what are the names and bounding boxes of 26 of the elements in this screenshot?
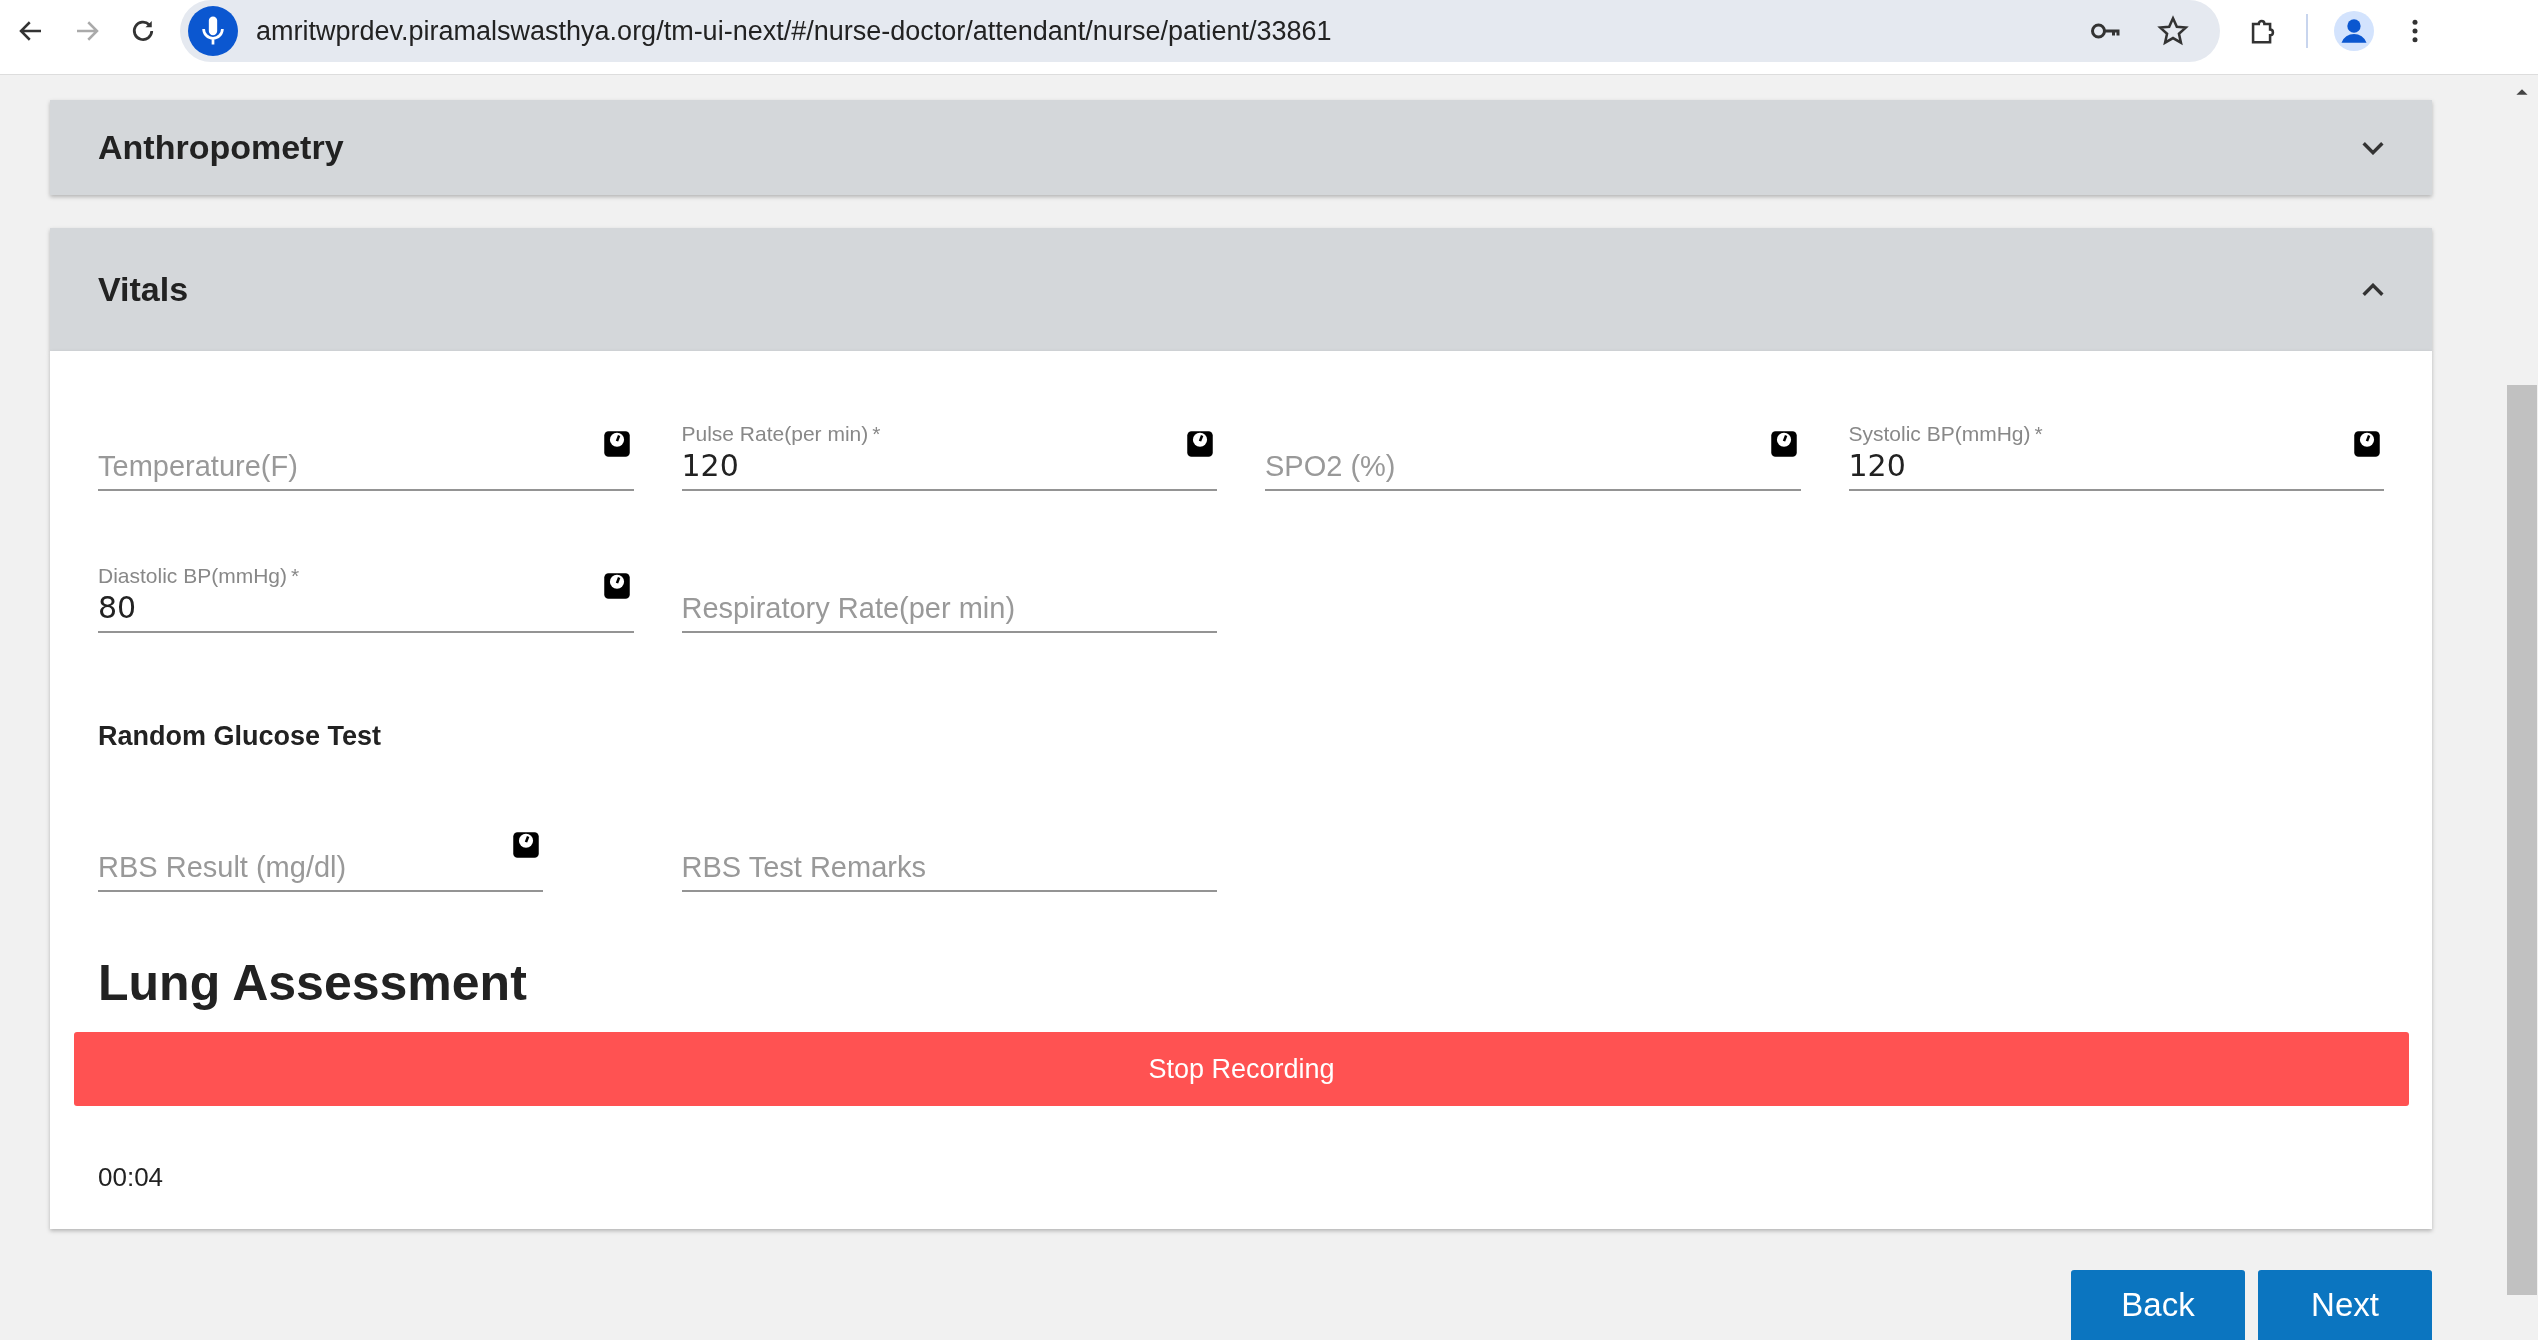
nav-button[interactable]: Back bbox=[2071, 1270, 2245, 1340]
microphone-icon[interactable] bbox=[188, 6, 238, 56]
chevron-icon bbox=[2362, 140, 2384, 155]
input-field[interactable]: 80 bbox=[98, 590, 600, 625]
field-label: Pulse Rate(per min) * bbox=[681, 422, 882, 446]
url-text: amritwprdev.piramalswasthya.org/tm-ui-next/#/nurse-doctor/attendant/nurse/patient/33861 bbox=[256, 15, 1333, 47]
input-field[interactable]: 120 bbox=[1848, 448, 2350, 483]
input-field[interactable]: SPO2 (%) bbox=[1265, 448, 1767, 483]
address-bar[interactable]: amritwprdev.piramalswasthya.org/tm-ui-next/#/nurse-doctor/attendant/nurse/patient/33861 bbox=[180, 0, 2220, 62]
profile-icon[interactable] bbox=[2334, 11, 2374, 51]
field-label: Diastolic BP(mmHg) * bbox=[98, 564, 301, 588]
input-field[interactable]: 120 bbox=[681, 448, 1183, 483]
nav-button[interactable]: Next bbox=[2258, 1270, 2432, 1340]
input-field[interactable]: Respiratory Rate(per min) bbox=[681, 590, 1217, 625]
input-field[interactable]: RBS Result (mg/dl) bbox=[98, 849, 509, 884]
scrollbar-thumb[interactable] bbox=[2506, 385, 2537, 1295]
input-field[interactable]: Temperature(F) bbox=[98, 448, 600, 483]
input-field[interactable]: RBS Test Remarks bbox=[681, 849, 1217, 884]
section-header[interactable]: Vitals bbox=[50, 228, 2432, 351]
star-icon[interactable] bbox=[2156, 14, 2190, 48]
subsection-title: Random Glucose Test bbox=[98, 721, 383, 752]
recording-timer: 00:04 bbox=[98, 1162, 165, 1193]
section-header[interactable]: Anthropometry bbox=[50, 100, 2432, 196]
chevron-icon bbox=[2362, 282, 2384, 297]
section-title: Lung Assessment bbox=[98, 954, 528, 1012]
field-label: Systolic BP(mmHg) * bbox=[1848, 422, 2044, 446]
